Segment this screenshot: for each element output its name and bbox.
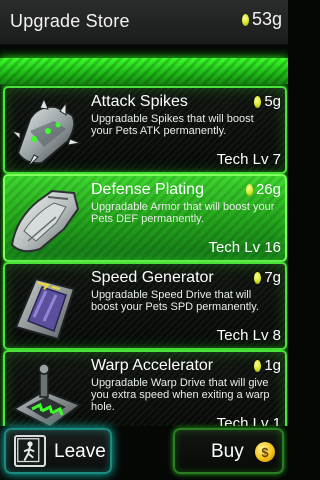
warp-accelerator-icon bbox=[11, 363, 83, 426]
gold-amount: 53g bbox=[251, 9, 282, 29]
item-description: Upgradable Speed Drive that will boost y… bbox=[91, 289, 259, 313]
item-price-value: 7g bbox=[264, 269, 281, 286]
leave-button[interactable]: Leave bbox=[4, 428, 112, 474]
item-description: Upgradable Warp Drive that will give you… bbox=[91, 377, 270, 413]
item-name: Speed Generator bbox=[91, 269, 214, 286]
item-price-value: 5g bbox=[264, 93, 281, 110]
leave-label: Leave bbox=[54, 441, 106, 462]
speed-generator-icon bbox=[14, 277, 76, 341]
coin-icon: $ bbox=[255, 442, 275, 462]
upgrade-item-defense-plating[interactable]: Defense Plating 26g Upgradable Armor tha… bbox=[3, 174, 287, 262]
item-name: Attack Spikes bbox=[91, 93, 188, 110]
item-price-value: 26g bbox=[255, 181, 281, 198]
item-tech-level: Tech Lv 7 bbox=[216, 151, 281, 168]
item-name: Defense Plating bbox=[91, 181, 204, 198]
gold-counter: 53g bbox=[241, 9, 282, 30]
item-description: Upgradable Armor that will boost your Pe… bbox=[91, 201, 275, 225]
price-coin-icon bbox=[245, 183, 253, 196]
buy-label: Buy bbox=[211, 441, 244, 462]
price-coin-icon bbox=[254, 271, 262, 284]
upgrade-item-speed-generator[interactable]: Speed Generator 7g Upgradable Speed Driv… bbox=[3, 262, 287, 350]
buy-button[interactable]: Buy $ bbox=[173, 428, 284, 474]
item-price: 7g bbox=[254, 269, 281, 286]
item-description: Upgradable Spikes that will boost your P… bbox=[91, 113, 254, 137]
item-tech-level: Tech Lv 8 bbox=[216, 327, 281, 344]
item-name: Warp Accelerator bbox=[91, 357, 214, 374]
gold-coin-icon bbox=[241, 13, 249, 26]
item-price: 26g bbox=[245, 181, 281, 198]
upgrade-item-warp-accelerator[interactable]: Warp Accelerator 1g Upgradable Warp Driv… bbox=[3, 350, 287, 426]
page-title: Upgrade Store bbox=[10, 11, 130, 31]
item-price-value: 1g bbox=[264, 357, 281, 374]
upgrade-store-screen: Upgrade Store 53g Attack Spikes 5g Upgra… bbox=[0, 0, 288, 480]
upgrade-list[interactable]: Attack Spikes 5g Upgradable Spikes that … bbox=[0, 86, 288, 426]
spiked-bracer-icon bbox=[10, 97, 82, 168]
green-divider-bar bbox=[0, 58, 288, 84]
header-bar: Upgrade Store 53g bbox=[0, 0, 288, 45]
price-coin-icon bbox=[254, 95, 262, 108]
armor-plate-icon bbox=[10, 189, 80, 253]
item-tech-level: Tech Lv 1 bbox=[216, 415, 281, 426]
price-coin-icon bbox=[254, 359, 262, 372]
exit-door-icon bbox=[14, 435, 46, 467]
item-price: 5g bbox=[254, 93, 281, 110]
item-price: 1g bbox=[254, 357, 281, 374]
item-tech-level: Tech Lv 16 bbox=[208, 239, 281, 256]
upgrade-item-attack-spikes[interactable]: Attack Spikes 5g Upgradable Spikes that … bbox=[3, 86, 287, 174]
